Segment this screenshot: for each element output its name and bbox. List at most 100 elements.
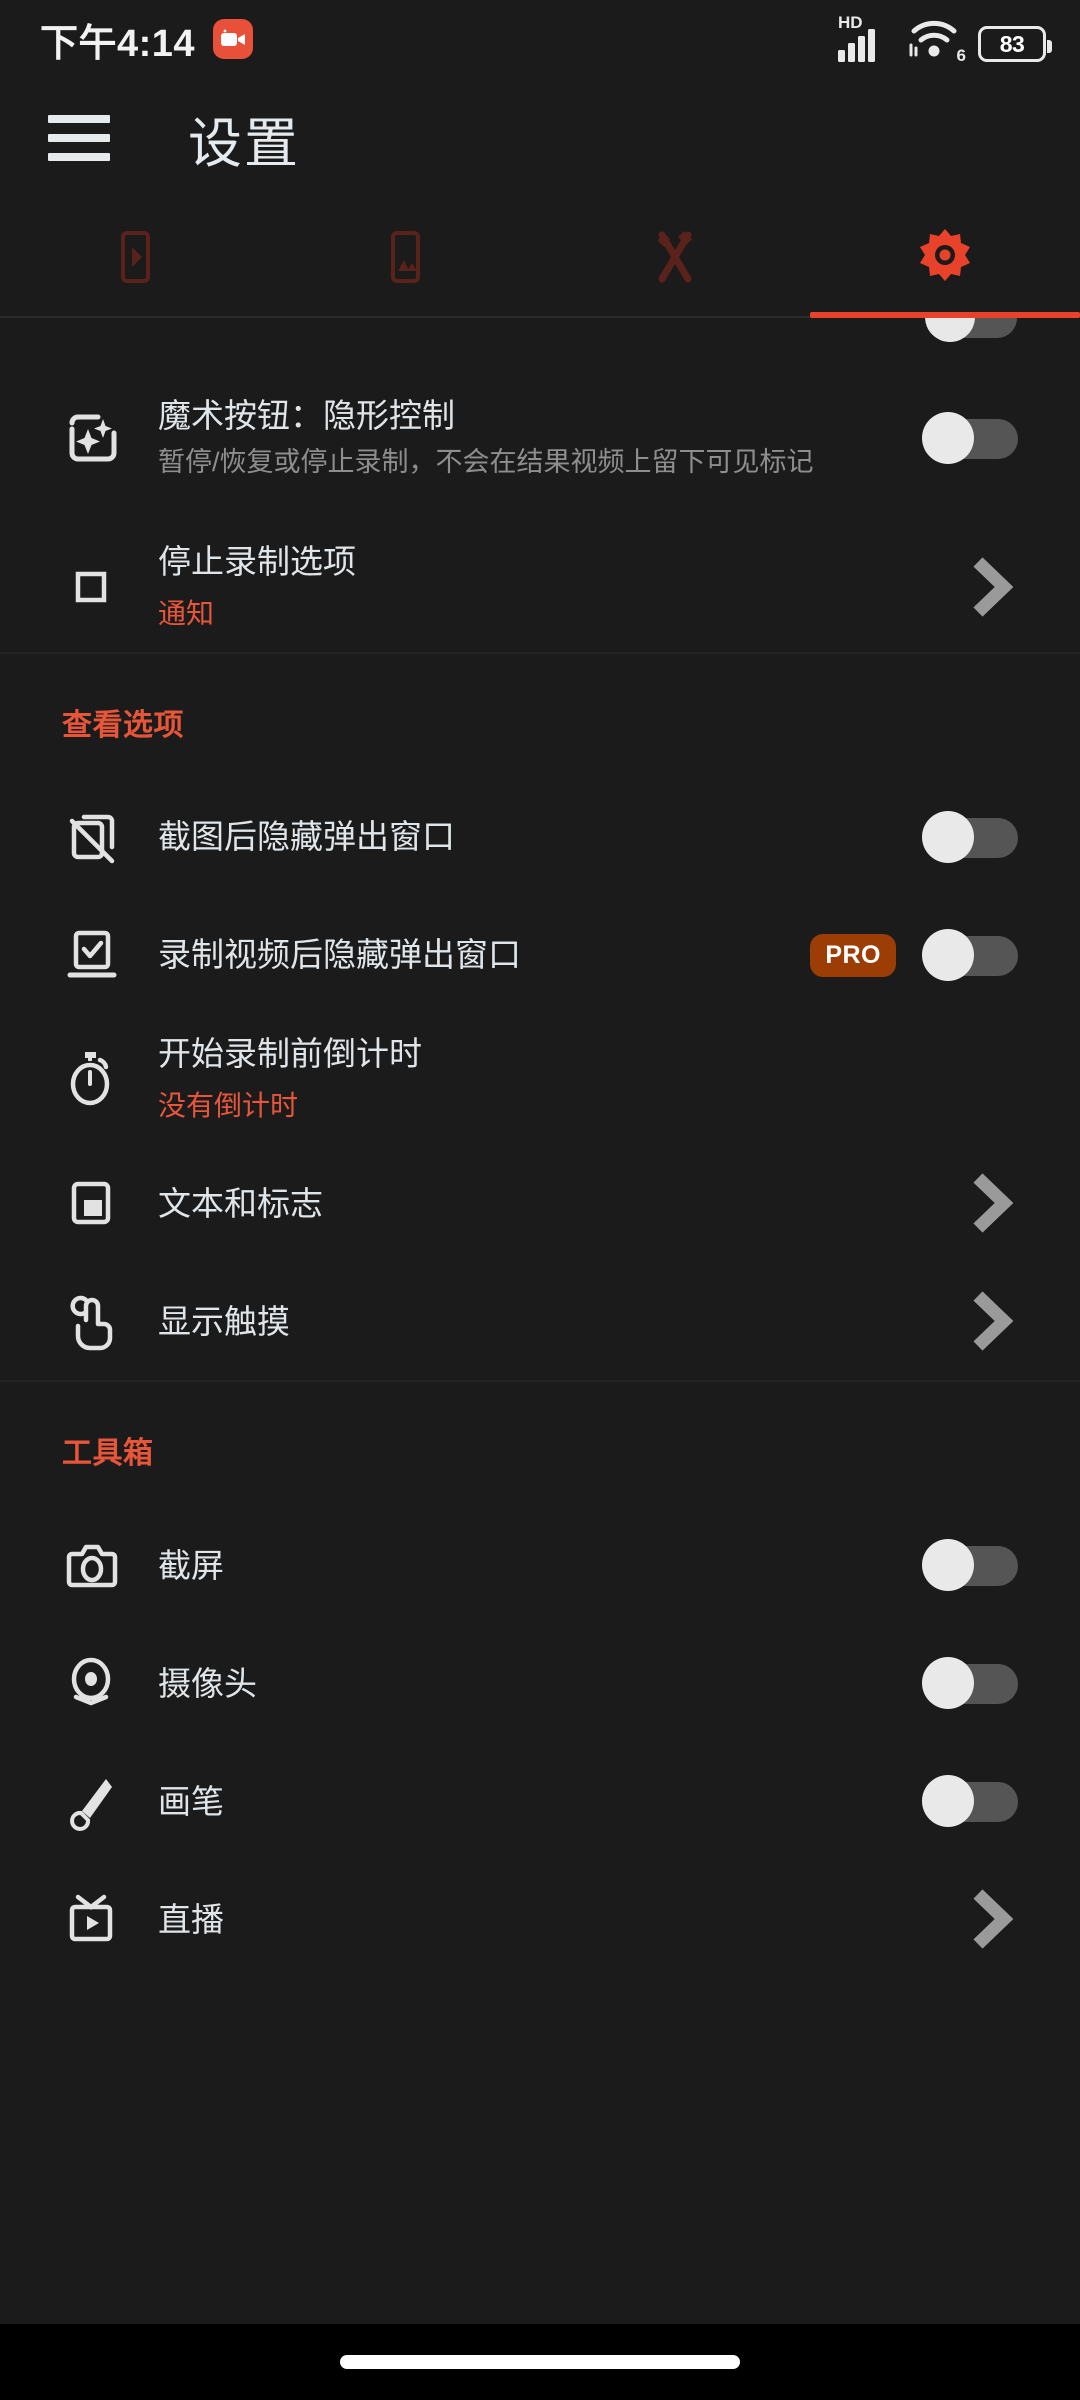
toggle-thumb (922, 1775, 974, 1828)
magic-sparkle-icon (62, 407, 158, 469)
row-control-group (922, 1775, 1018, 1828)
row-hide-popup-video[interactable]: 录制视频后隐藏弹出窗口 PRO (0, 896, 1080, 1014)
row-text-group: 停止录制选项 通知 (158, 540, 964, 634)
row-title: 停止录制选项 (158, 543, 356, 580)
partial-row-toggle[interactable] (925, 318, 1017, 342)
show-touches-icon (62, 1290, 158, 1352)
row-text-group: 直播 (158, 1898, 964, 1942)
text-logo-icon (62, 1174, 158, 1232)
webcam-icon (62, 1653, 158, 1713)
video-recorder-icon (213, 19, 254, 59)
tab-tools[interactable] (540, 198, 810, 316)
row-title: 直播 (158, 1900, 224, 1938)
partial-row-above (0, 318, 1080, 354)
row-magic-button[interactable]: 魔术按钮：隐形控制 暂停/恢复或停止录制，不会在结果视频上留下可见标记 (0, 354, 1080, 522)
toggle-paintbrush[interactable] (922, 1775, 1018, 1828)
stop-square-icon (62, 558, 158, 616)
row-title: 显示触摸 (158, 1302, 290, 1340)
toggle-thumb (922, 412, 974, 464)
row-title: 画笔 (158, 1782, 224, 1820)
wifi-generation-label: 6 (956, 46, 966, 65)
row-screenshot[interactable]: 截屏 (0, 1506, 1080, 1624)
app-header: 设置 (0, 78, 1080, 198)
row-text-group: 截图后隐藏弹出窗口 (158, 815, 922, 859)
row-subtitle: 通知 (158, 597, 215, 629)
section-header-toolbox: 工具箱 (62, 1437, 154, 1471)
cellular-signal-icon: HD (838, 14, 890, 62)
hide-popup-screenshot-icon (62, 807, 158, 867)
row-subtitle: 没有倒计时 (158, 1089, 299, 1121)
row-live-stream[interactable]: 直播 (0, 1860, 1080, 1978)
toggle-hide-popup-video[interactable] (922, 929, 1018, 982)
battery-level-label: 83 (999, 30, 1025, 57)
battery-icon: 83 (978, 26, 1052, 62)
toggle-hide-popup-screenshot[interactable] (922, 811, 1018, 864)
row-text-group: 魔术按钮：隐形控制 暂停/恢复或停止录制，不会在结果视频上留下可见标记 (158, 394, 922, 483)
toggle-thumb (922, 811, 974, 864)
row-stop-recording-options[interactable]: 停止录制选项 通知 (0, 522, 1080, 652)
page-title: 设置 (188, 113, 300, 174)
row-show-touches[interactable]: 显示触摸 (0, 1262, 1080, 1380)
tab-bar (0, 198, 1080, 318)
section-header-view-options: 查看选项 (62, 709, 184, 743)
toggle-screenshot[interactable] (922, 1539, 1018, 1592)
tab-images[interactable] (270, 198, 540, 316)
home-pill-indicator[interactable] (340, 2355, 740, 2369)
row-control-group (922, 1657, 1018, 1710)
row-text-group: 截屏 (158, 1544, 922, 1588)
row-control-group (964, 552, 1018, 622)
toggle-magic-button[interactable] (922, 412, 1018, 464)
row-control-group (922, 811, 1018, 864)
status-bar-indicators: HD 6 83 (838, 14, 1052, 64)
gear-icon (920, 229, 970, 281)
image-gallery-icon (391, 231, 420, 283)
row-control-group (922, 412, 1018, 464)
row-title: 文本和标志 (158, 1184, 323, 1222)
status-bar-time: 下午4:14 (40, 22, 196, 65)
row-control-group (964, 1168, 1018, 1238)
pro-badge[interactable]: PRO (810, 933, 896, 977)
hamburger-menu-icon[interactable] (48, 115, 110, 161)
chevron-right-icon[interactable] (964, 1884, 1018, 1954)
row-text-and-logo[interactable]: 文本和标志 (0, 1144, 1080, 1262)
row-text-group: 文本和标志 (158, 1182, 964, 1226)
row-text-group: 开始录制前倒计时 没有倒计时 (158, 1032, 1018, 1126)
tab-settings[interactable] (810, 198, 1080, 316)
settings-scroll-container[interactable]: 魔术按钮：隐形控制 暂停/恢复或停止录制，不会在结果视频上留下可见标记 停止录制… (0, 318, 1080, 2324)
row-title: 开始录制前倒计时 (158, 1035, 422, 1073)
chevron-right-icon[interactable] (964, 552, 1018, 622)
chevron-right-icon[interactable] (964, 1286, 1018, 1356)
tools-wrench-hammer-icon (658, 231, 692, 283)
partial-row-icon (63, 318, 115, 331)
toggle-webcam[interactable] (922, 1657, 1018, 1710)
row-title: 截屏 (158, 1546, 224, 1584)
row-control-group (964, 1884, 1018, 1954)
status-bar: 下午4:14 HD 6 83 (0, 0, 1080, 78)
paintbrush-icon (62, 1771, 158, 1832)
row-text-group: 画笔 (158, 1780, 922, 1824)
tab-video[interactable] (0, 198, 270, 316)
row-control-group (964, 1286, 1018, 1356)
camera-icon (62, 1536, 158, 1594)
row-countdown-before-recording[interactable]: 开始录制前倒计时 没有倒计时 (0, 1014, 1080, 1144)
row-paintbrush[interactable]: 画笔 (0, 1742, 1080, 1860)
row-control-group: PRO (810, 929, 1018, 982)
row-title: 摄像头 (158, 1664, 257, 1702)
row-hide-popup-screenshot[interactable]: 截图后隐藏弹出窗口 (0, 778, 1080, 896)
toggle-thumb (922, 929, 974, 982)
row-subtitle: 暂停/恢复或停止录制，不会在结果视频上留下可见标记 (158, 447, 814, 478)
chevron-right-icon[interactable] (964, 1168, 1018, 1238)
signal-bars (838, 29, 875, 62)
stopwatch-icon (62, 1048, 158, 1110)
wifi-icon: 6 (907, 18, 966, 64)
row-text-group: 显示触摸 (158, 1300, 964, 1344)
row-control-group (922, 1539, 1018, 1592)
system-navigation-bar (0, 2324, 1080, 2400)
hide-popup-video-icon (62, 925, 158, 985)
row-title: 截图后隐藏弹出窗口 (158, 818, 455, 856)
row-webcam[interactable]: 摄像头 (0, 1624, 1080, 1742)
toggle-thumb (922, 1657, 974, 1710)
row-text-group: 录制视频后隐藏弹出窗口 (158, 933, 810, 977)
row-title: 录制视频后隐藏弹出窗口 (158, 936, 521, 974)
app-screen: 下午4:14 HD 6 83 设置 魔术按钮：隐形控制 暂停/恢复或停止录制，不… (0, 0, 1080, 2400)
